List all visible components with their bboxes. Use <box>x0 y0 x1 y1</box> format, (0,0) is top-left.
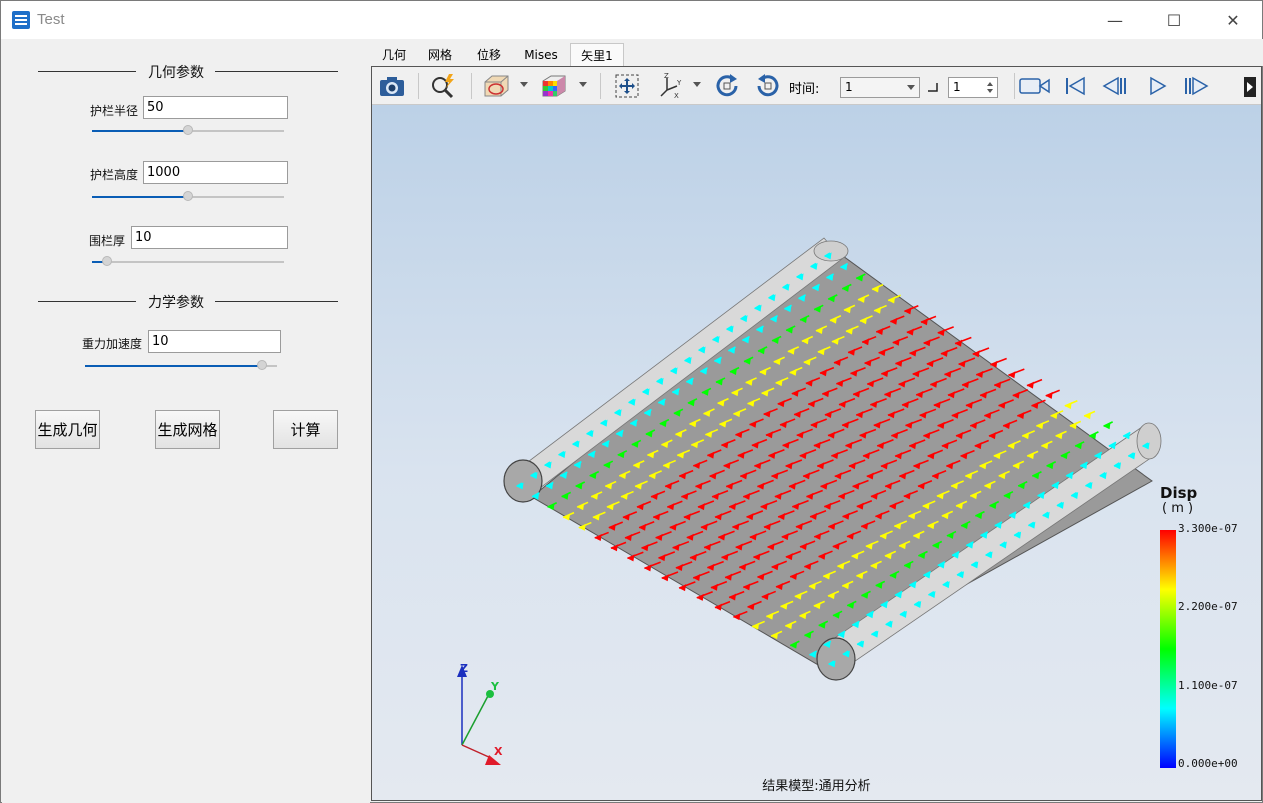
play-icon[interactable] <box>1142 72 1172 100</box>
result-tabs: 几何 网格 位移 Mises 矢里1 <box>371 39 1263 66</box>
plate-surface <box>531 247 1153 667</box>
axes-triad: Z Y X <box>457 662 503 765</box>
gravity-slider[interactable] <box>85 360 277 370</box>
axis-y-label: Y <box>490 680 500 693</box>
color-legend-bar <box>1160 530 1176 768</box>
3d-viewer[interactable]: ZYX 时间: 1 1 Z Y X Disp (m) 3.300e-07 2… <box>371 66 1262 801</box>
rotate-cw-icon[interactable] <box>712 72 742 100</box>
legend-tick-1: 1.100e-07 <box>1178 679 1238 692</box>
mechanics-section-title: 力学参数 <box>148 295 204 311</box>
legend-tick-min: 0.000e+00 <box>1178 757 1238 770</box>
toolbar-separator <box>471 73 472 99</box>
guardrail-radius-slider[interactable] <box>92 125 284 135</box>
guardrail-radius-input[interactable]: 50 <box>143 96 288 119</box>
fit-all-icon[interactable] <box>612 72 642 100</box>
view-box-icon[interactable] <box>481 72 511 100</box>
svg-text:Y: Y <box>676 79 682 87</box>
gravity-label: 重力加速度 <box>81 337 142 351</box>
section-divider <box>38 71 136 72</box>
fence-thickness-input[interactable]: 10 <box>131 226 288 249</box>
fence-thickness-slider[interactable] <box>92 256 284 266</box>
slider-thumb[interactable] <box>256 360 267 370</box>
legend-tick-2: 2.200e-07 <box>1178 600 1238 613</box>
toolbar-separator <box>1014 73 1015 99</box>
vector-arrow-head <box>1045 391 1053 399</box>
tab-geometry[interactable]: 几何 <box>374 43 414 66</box>
slider-fill <box>92 130 188 132</box>
legend-title: Disp <box>1160 484 1198 502</box>
parameter-panel: 几何参数 护栏半径 50 护栏高度 1000 围栏厚 10 力学参数 重力加速度… <box>2 39 370 803</box>
chevron-down-icon <box>907 85 915 90</box>
chevron-down-icon[interactable] <box>579 82 587 87</box>
section-divider <box>38 301 136 302</box>
svg-text:Z: Z <box>664 72 669 80</box>
step-spinbox[interactable]: 1 <box>948 77 998 98</box>
window-title: Test <box>37 11 65 28</box>
viewer-toolbar: ZYX 时间: 1 1 <box>372 67 1261 105</box>
close-button[interactable]: ✕ <box>1204 1 1262 39</box>
app-window: Test — ☐ ✕ 几何参数 护栏半径 50 护栏高度 1000 围栏厚 10 <box>0 0 1263 803</box>
step-icon <box>928 83 938 92</box>
section-divider <box>215 301 338 302</box>
axes-view-icon[interactable]: ZYX <box>656 72 686 100</box>
guardrail-height-label: 护栏高度 <box>89 168 138 182</box>
slider-fill <box>92 196 188 198</box>
fence-thickness-label: 围栏厚 <box>88 234 125 248</box>
tab-mises[interactable]: Mises <box>517 43 565 66</box>
tab-mesh[interactable]: 网格 <box>420 43 460 66</box>
toolbar-separator <box>418 73 419 99</box>
app-icon <box>12 11 30 29</box>
slider-thumb[interactable] <box>102 256 113 266</box>
guardrail-height-input[interactable]: 1000 <box>143 161 288 184</box>
toolbar-separator <box>600 73 601 99</box>
time-label: 时间: <box>789 82 820 97</box>
vector-arrow-head <box>1103 422 1111 430</box>
time-select[interactable]: 1 <box>840 77 920 98</box>
time-select-value: 1 <box>845 80 853 94</box>
vector-arrow-head <box>1084 412 1092 420</box>
compute-button[interactable]: 计算 <box>273 410 338 449</box>
title-bar: Test — ☐ ✕ <box>1 1 1262 39</box>
slider-thumb[interactable] <box>183 125 193 135</box>
gravity-input[interactable]: 10 <box>148 330 281 353</box>
slider-thumb[interactable] <box>183 191 193 201</box>
prev-frame-icon[interactable] <box>1099 72 1129 100</box>
first-frame-icon[interactable] <box>1060 72 1090 100</box>
section-divider <box>215 71 338 72</box>
spin-arrows-icon[interactable] <box>986 80 994 95</box>
generate-mesh-button[interactable]: 生成网格 <box>155 410 220 449</box>
rotate-ccw-icon[interactable] <box>753 72 783 100</box>
chevron-down-icon[interactable] <box>693 82 701 87</box>
maximize-button[interactable]: ☐ <box>1145 1 1203 39</box>
vector-arrow-head <box>1064 402 1072 410</box>
geometry-section-title: 几何参数 <box>148 65 204 81</box>
tab-displacement[interactable]: 位移 <box>468 43 510 66</box>
guardrail-radius-label: 护栏半径 <box>89 104 138 118</box>
minimize-button[interactable]: — <box>1086 1 1144 39</box>
generate-geometry-button[interactable]: 生成几何 <box>35 410 100 449</box>
color-cube-icon[interactable] <box>538 72 568 100</box>
vector-plot-canvas[interactable]: Z Y X <box>372 105 1261 801</box>
zoom-icon[interactable] <box>428 72 458 100</box>
step-spinbox-value: 1 <box>953 80 961 94</box>
tab-vector1[interactable]: 矢里1 <box>570 43 624 66</box>
result-model-status: 结果模型:通用分析 <box>762 779 871 794</box>
slider-fill <box>85 365 262 367</box>
guardrail-height-slider[interactable] <box>92 191 284 201</box>
axis-z-label: Z <box>460 662 468 675</box>
legend-tick-max: 3.300e-07 <box>1178 522 1238 535</box>
toolbar-overflow-icon[interactable] <box>1244 77 1256 97</box>
record-icon[interactable] <box>1018 72 1052 100</box>
vector-arrow-head <box>1026 381 1034 389</box>
svg-text:X: X <box>674 92 679 100</box>
legend-unit: ( m ) <box>1162 501 1194 516</box>
axis-x-label: X <box>494 745 503 758</box>
next-frame-icon[interactable] <box>1182 72 1212 100</box>
camera-icon[interactable] <box>377 72 407 100</box>
chevron-down-icon[interactable] <box>520 82 528 87</box>
